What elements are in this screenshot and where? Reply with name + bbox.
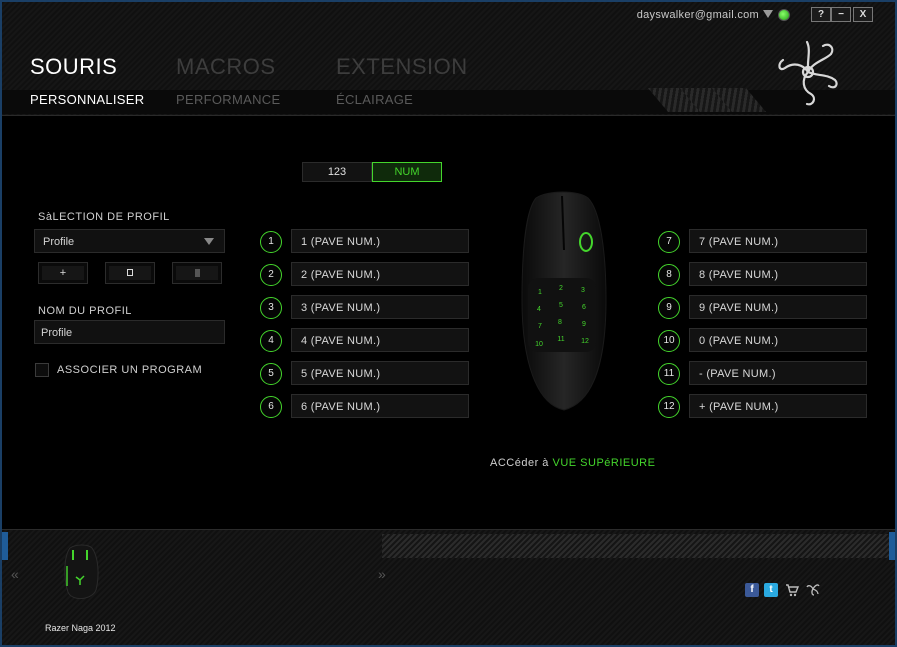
button-assignment-8[interactable]: 8 (PAVE NUM.) [689,262,867,286]
delete-profile-button[interactable] [172,262,222,284]
facebook-icon[interactable]: f [745,583,759,597]
add-profile-button[interactable]: + [38,262,88,284]
account-email[interactable]: dayswalker@gmail.com [637,9,759,21]
button-number-10: 10 [658,330,680,352]
tab-extension[interactable]: EXTENSION [336,54,468,80]
button-number-8: 8 [658,264,680,286]
view-switch: ACCéder à VUE SUPéRIEURE [490,457,655,469]
button-assignment-11[interactable]: - (PAVE NUM.) [689,361,867,385]
mouse-key-1: 1 [538,289,542,296]
device-bar-decoration [382,534,893,558]
subtab-eclairage[interactable]: ÉCLAIRAGE [336,92,413,107]
trash-icon [194,269,200,277]
button-number-3: 3 [260,297,282,319]
profile-dropdown[interactable]: Profile [34,229,225,253]
view-switch-prefix: ACCéder à [490,457,549,469]
associate-program-checkbox[interactable] [35,363,49,377]
button-number-4: 4 [260,330,282,352]
button-number-1: 1 [260,231,282,253]
button-assignment-3[interactable]: 3 (PAVE NUM.) [291,295,469,319]
button-number-12: 12 [658,396,680,418]
mouse-key-7: 7 [538,323,542,330]
button-number-6: 6 [260,396,282,418]
toggle-123[interactable]: 123 [302,162,372,182]
profile-selection-label: SàLECTION DE PROFIL [38,211,170,223]
mouse-key-8: 8 [558,319,562,326]
mouse-key-3: 3 [581,287,585,294]
profile-name-label: NOM DU PROFIL [38,305,132,317]
top-view-link[interactable]: VUE SUPéRIEURE [552,457,655,469]
button-number-9: 9 [658,297,680,319]
duplicate-profile-button[interactable] [105,262,155,284]
close-button[interactable]: X [853,7,873,22]
button-assignment-7[interactable]: 7 (PAVE NUM.) [689,229,867,253]
frame-accent [2,532,8,560]
button-assignment-4[interactable]: 4 (PAVE NUM.) [291,328,469,352]
help-button[interactable]: ? [811,7,831,22]
razer-logo-icon [778,40,838,106]
button-assignment-12[interactable]: + (PAVE NUM.) [689,394,867,418]
profile-name-input[interactable]: Profile [34,320,225,344]
button-assignment-10[interactable]: 0 (PAVE NUM.) [689,328,867,352]
mouse-key-9: 9 [582,321,586,328]
next-device-button[interactable]: » [378,566,386,582]
mouse-key-2: 2 [559,285,563,292]
tab-souris[interactable]: SOURIS [30,54,117,80]
subtab-performance[interactable]: PERFORMANCE [176,92,280,107]
button-assignment-5[interactable]: 5 (PAVE NUM.) [291,361,469,385]
button-number-5: 5 [260,363,282,385]
razer-small-icon[interactable] [805,581,821,597]
button-number-7: 7 [658,231,680,253]
frame-accent [889,532,895,560]
button-number-2: 2 [260,264,282,286]
minimize-button[interactable]: − [831,7,851,22]
mouse-side-view: 1 2 3 4 5 6 7 8 9 10 11 12 [521,191,607,411]
subtab-personnaliser[interactable]: PERSONNALISER [30,92,144,107]
cart-icon[interactable] [785,583,799,597]
button-assignment-6[interactable]: 6 (PAVE NUM.) [291,394,469,418]
app-window: dayswalker@gmail.com ? − X SOURIS MACROS… [0,0,897,647]
tab-macros[interactable]: MACROS [176,54,276,80]
device-thumbnail[interactable] [60,544,102,604]
device-name: Razer Naga 2012 [45,623,116,633]
mouse-key-11: 11 [557,336,564,343]
mouse-key-5: 5 [559,302,563,309]
button-assignment-9[interactable]: 9 (PAVE NUM.) [689,295,867,319]
toggle-num[interactable]: NUM [372,162,442,182]
online-status-icon [778,9,790,21]
mouse-key-12: 12 [581,338,589,345]
associate-program-label[interactable]: ASSOCIER UN PROGRAM [57,364,202,376]
account-dropdown-icon[interactable] [763,10,773,18]
copy-icon [127,269,133,276]
twitter-icon[interactable]: t [764,583,778,597]
mouse-key-10: 10 [535,341,543,348]
prev-device-button[interactable]: « [11,566,19,582]
button-assignment-2[interactable]: 2 (PAVE NUM.) [291,262,469,286]
mouse-key-4: 4 [537,306,541,313]
button-assignment-1[interactable]: 1 (PAVE NUM.) [291,229,469,253]
chevron-down-icon [204,238,214,245]
profile-dropdown-value: Profile [43,236,75,248]
mouse-key-6: 6 [582,304,586,311]
button-number-11: 11 [658,363,680,385]
